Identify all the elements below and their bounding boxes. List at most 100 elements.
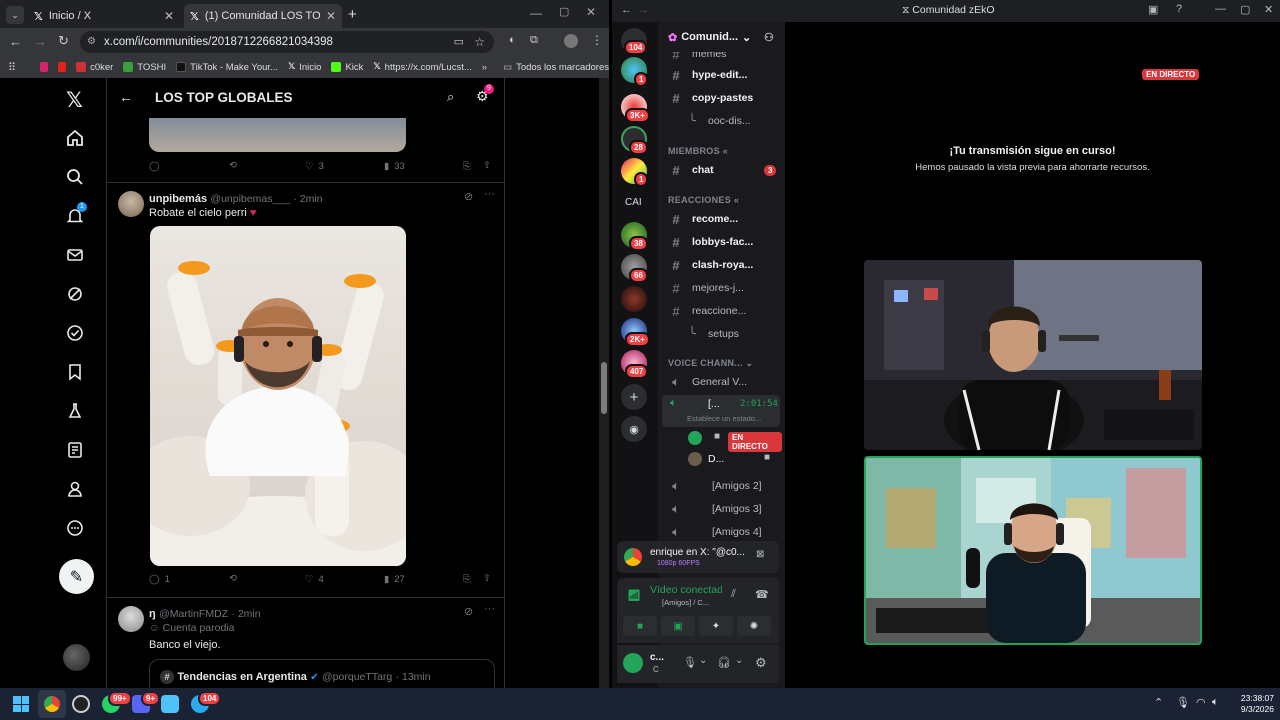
channel-lobbys[interactable]: # lobbys-fac... bbox=[658, 232, 785, 252]
channel-mejores[interactable]: # mejores-j... bbox=[658, 278, 785, 298]
new-tab-button[interactable]: + bbox=[348, 6, 357, 23]
voice-channel-amigos3[interactable]: 🔈︎ [Amigos 3] bbox=[658, 499, 785, 519]
close-window-button[interactable]: ✕ bbox=[1264, 3, 1273, 16]
user-avatar[interactable] bbox=[623, 653, 643, 673]
server-cai[interactable]: CAI bbox=[625, 197, 642, 208]
bookmark-button[interactable]: ⎘ bbox=[463, 161, 471, 172]
search-icon[interactable]: ⌕ bbox=[447, 89, 454, 105]
bookmark-star-icon[interactable]: ☆ bbox=[474, 31, 485, 53]
chrome-taskbar-item[interactable] bbox=[38, 690, 66, 718]
close-window-button[interactable]: ✕ bbox=[586, 5, 596, 19]
prev-tweet-image[interactable] bbox=[149, 118, 406, 152]
voice-channel-active[interactable]: 🔈︎ [... 2:01:54 Establece un estado... bbox=[662, 395, 780, 427]
reload-icon[interactable]: ↻ bbox=[58, 33, 69, 49]
reply-button[interactable]: ◯ 1 bbox=[149, 574, 170, 585]
more-options-icon[interactable]: ··· bbox=[484, 188, 495, 200]
invite-people-icon[interactable]: ⚇ bbox=[764, 31, 774, 44]
home-icon[interactable] bbox=[66, 129, 86, 149]
extensions-icon[interactable]: ⧉ bbox=[530, 34, 538, 47]
voice-channel-general[interactable]: 🔈︎ General V... bbox=[658, 372, 785, 392]
more-options-icon[interactable]: ··· bbox=[484, 603, 495, 615]
bookmark-item[interactable]: c0ker bbox=[76, 62, 113, 73]
microphone-icon[interactable]: 🎙︎ bbox=[683, 656, 697, 669]
noise-suppression-icon[interactable]: ⫽ bbox=[731, 588, 736, 601]
video-tile-speaking[interactable] bbox=[864, 456, 1202, 645]
bookmark-item[interactable]: TikTok - Make Your... bbox=[176, 62, 278, 73]
start-button-icon[interactable] bbox=[13, 696, 29, 712]
category-reacciones[interactable]: REACCIONES « bbox=[668, 195, 739, 205]
minimize-button[interactable]: — bbox=[530, 6, 542, 20]
tab-inicio[interactable]: 𝕏 Inicio / X ✕ bbox=[28, 4, 180, 28]
screen-share-button[interactable]: ▣ bbox=[661, 616, 695, 636]
more-icon[interactable] bbox=[66, 519, 86, 539]
bookmark-item[interactable]: Kick bbox=[331, 62, 363, 73]
disconnect-icon[interactable]: ☎ bbox=[755, 588, 769, 601]
voice-channel-amigos4[interactable]: 🔈︎ [Amigos 4] bbox=[658, 522, 785, 542]
bookmark-item[interactable]: TOSHI bbox=[123, 62, 166, 73]
compose-post-button[interactable]: ✎ bbox=[59, 559, 94, 594]
tweet-image[interactable] bbox=[150, 226, 406, 566]
chevron-down-icon[interactable]: ⌄ bbox=[699, 655, 707, 666]
channel-hype-edit[interactable]: # hype-edit... bbox=[658, 65, 785, 85]
views-button[interactable]: ▮ 33 bbox=[384, 161, 405, 172]
tweet-author[interactable]: ŋ bbox=[149, 608, 156, 620]
thread-ooc[interactable]: ╰ ooc-dis... bbox=[658, 111, 785, 131]
site-controls-icon[interactable]: ⚙ bbox=[87, 31, 96, 53]
voice-user-self[interactable]: ■ EN DIRECTO bbox=[688, 430, 782, 452]
profile-icon[interactable] bbox=[66, 480, 86, 500]
maximize-button[interactable]: ▢ bbox=[1240, 3, 1250, 16]
back-arrow-icon[interactable]: ← bbox=[9, 34, 22, 49]
close-tab-icon[interactable]: ✕ bbox=[164, 9, 174, 23]
settings-gear-icon[interactable]: ⚙ bbox=[755, 655, 767, 671]
tweet-handle[interactable]: @MartinFMDZ bbox=[159, 608, 228, 620]
youtube-icon[interactable] bbox=[58, 62, 67, 72]
site-info-icon[interactable]: ◐ bbox=[509, 34, 516, 46]
more-bookmarks-icon[interactable]: » bbox=[482, 62, 487, 73]
server-header[interactable]: ✿ Comunid... ⌄ ⚇ bbox=[658, 22, 785, 52]
add-server-icon[interactable]: + bbox=[621, 384, 647, 410]
x-home-logo-icon[interactable]: 𝕏 bbox=[66, 88, 86, 112]
close-tab-icon[interactable]: ✕ bbox=[326, 9, 336, 23]
forward-arrow-icon[interactable]: → bbox=[34, 34, 47, 49]
back-arrow-icon[interactable]: ← bbox=[621, 4, 632, 16]
channel-copy-pastes[interactable]: # copy-pastes bbox=[658, 88, 785, 108]
bookmark-item[interactable]: 𝕏https://x.com/Lucst... bbox=[373, 62, 471, 73]
repost-button[interactable]: ⟲ bbox=[229, 160, 237, 171]
grok-icon[interactable] bbox=[66, 285, 86, 305]
apps-grid-icon[interactable]: ⠿ bbox=[8, 61, 16, 74]
premium-icon[interactable] bbox=[66, 324, 86, 344]
activities-button[interactable]: ✦ bbox=[699, 616, 733, 636]
stream-card[interactable]: enrique en X: "@c0... 1080p 60FPS ⊠ bbox=[617, 541, 779, 573]
close-stream-icon[interactable]: ⊠ bbox=[756, 549, 764, 560]
bookmark-item[interactable]: 𝕏 Inicio bbox=[288, 62, 321, 73]
tweet-time[interactable]: · 2min bbox=[293, 193, 322, 205]
page-scrollbar[interactable] bbox=[599, 78, 609, 688]
like-button[interactable]: ♡ 4 bbox=[305, 574, 324, 585]
views-button[interactable]: ▮ 27 bbox=[384, 574, 405, 585]
obs-icon[interactable] bbox=[72, 695, 90, 713]
notepad-icon[interactable] bbox=[161, 695, 179, 713]
chevron-down-icon[interactable]: ⌄ bbox=[735, 655, 743, 666]
voice-user-2[interactable]: D... ■ bbox=[688, 451, 782, 469]
channel-recome[interactable]: # recome... bbox=[658, 209, 785, 229]
channel-reaccione[interactable]: # reaccione... bbox=[658, 301, 785, 321]
jobs-icon[interactable] bbox=[66, 402, 86, 422]
signal-icon[interactable]: 📶︎ bbox=[627, 589, 641, 602]
notifications-bell-icon[interactable]: 1 bbox=[66, 202, 87, 227]
share-button[interactable]: ⇧ bbox=[483, 160, 491, 171]
like-button[interactable]: ♡ 3 bbox=[305, 161, 324, 172]
tweet-avatar[interactable] bbox=[118, 191, 144, 217]
inbox-icon[interactable]: ▣ bbox=[1148, 3, 1158, 16]
server-icon[interactable] bbox=[621, 286, 647, 312]
voice-status[interactable]: Establece un estado... bbox=[687, 414, 761, 423]
quoted-tweet[interactable]: # Tendencias en Argentina ✔ @porqueTTarg… bbox=[149, 659, 495, 688]
lists-icon[interactable] bbox=[66, 441, 86, 461]
repost-button[interactable]: ⟲ bbox=[229, 573, 237, 584]
soundboard-button[interactable]: ✺ bbox=[737, 616, 771, 636]
all-bookmarks[interactable]: ▭ Todos los marcadores bbox=[503, 62, 609, 73]
cast-icon[interactable]: ▭ bbox=[454, 31, 464, 53]
reply-button[interactable]: ◯ bbox=[149, 161, 160, 172]
tray-volume-icon[interactable]: 🔈︎ bbox=[1212, 696, 1219, 709]
address-bar[interactable]: ⚙ x.com/i/communities/201871226682103439… bbox=[80, 31, 494, 53]
messages-icon[interactable] bbox=[66, 246, 86, 266]
